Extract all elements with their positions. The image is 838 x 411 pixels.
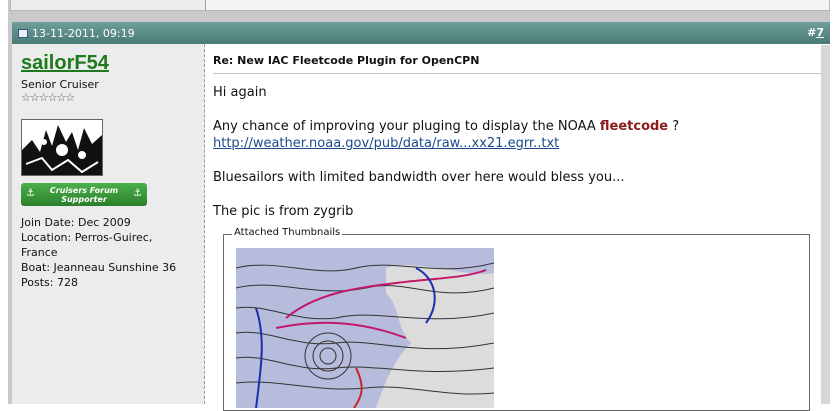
anchor-icon: ⚓ [133,188,142,199]
previous-post-bottom [10,0,830,11]
attachment-thumbnail[interactable] [236,248,494,408]
post-date: 13-11-2011, 09:19 [32,27,135,40]
user-sidebar: sailorF54 Senior Cruiser ☆☆☆☆☆☆ ⚓ Cruise… [12,44,205,404]
join-date: Join Date: Dec 2009 [21,216,131,229]
post-title: Re: New IAC Fleetcode Plugin for OpenCPN [213,54,480,67]
supporter-badge[interactable]: ⚓ Cruisers Forum Supporter ⚓ [21,183,147,206]
avatar[interactable] [21,119,103,176]
message-line: Bluesailors with limited bandwidth over … [213,170,625,185]
message-line: Any chance of improving your pluging to … [213,119,680,134]
post-icon [18,29,28,38]
boat: Boat: Jeanneau Sunshine 36 [21,261,177,274]
attachments-label: Attached Thumbnails [232,227,343,238]
post-body: sailorF54 Senior Cruiser ☆☆☆☆☆☆ ⚓ Cruise… [12,44,830,411]
attachments-box: Attached Thumbnails [223,227,810,411]
post-count: Posts: 728 [21,276,78,289]
message-line: The pic is from zygrib [213,204,354,219]
post-header: 13-11-2011, 09:19 #7 [12,22,830,44]
post-number-link[interactable]: 7 [816,26,824,39]
username-link[interactable]: sailorF54 [21,52,109,75]
message-line: Hi again [213,85,267,100]
user-title: Senior Cruiser [21,78,99,91]
highlighted-term: fleetcode [599,119,669,134]
message-link[interactable]: http://weather.noaa.gov/pub/data/raw...x… [213,136,559,151]
post-number[interactable]: #7 [807,26,824,39]
scrollbar[interactable] [821,45,830,404]
user-info: Join Date: Dec 2009 Location: Perros-Gui… [21,215,201,290]
user-rank-stars: ☆☆☆☆☆☆ [21,91,75,104]
anchor-icon: ⚓ [26,188,35,199]
title-divider [213,73,821,74]
location: Location: Perros-Guirec, France [21,231,153,259]
post-content: Re: New IAC Fleetcode Plugin for OpenCPN… [213,44,823,411]
